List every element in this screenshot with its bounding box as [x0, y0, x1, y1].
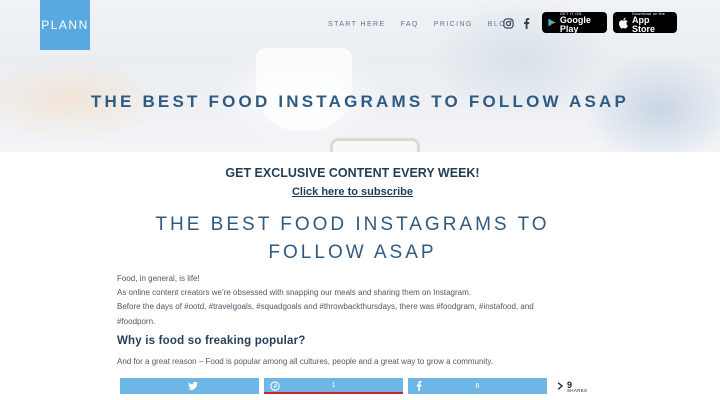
pinterest-share-count: 1	[331, 381, 336, 389]
apple-icon	[619, 17, 628, 28]
intro-line: As online content creators we’re obsesse…	[117, 288, 471, 298]
hero-banner: PLANN START HERE FAQ PRICING BLOG GET IT…	[0, 0, 720, 152]
article-paragraph: And for a great reason – Food is popular…	[117, 357, 494, 366]
facebook-share-button[interactable]: 8	[408, 378, 547, 394]
main-nav: START HERE FAQ PRICING BLOG	[328, 20, 528, 30]
intro-line: Food, in general, is life!	[117, 274, 200, 283]
total-shares-label: SHARES	[567, 388, 588, 393]
facebook-share-count: 8	[475, 382, 480, 390]
nav-pricing[interactable]: PRICING	[434, 20, 473, 30]
twitter-icon	[188, 381, 198, 390]
article-title-line-2: FOLLOW ASAP	[268, 242, 437, 263]
google-play-badge[interactable]: GET IT ON Google Play	[542, 11, 607, 34]
nav-start-here[interactable]: START HERE	[328, 20, 386, 30]
facebook-icon[interactable]	[520, 17, 532, 29]
social-links	[502, 17, 532, 29]
article-title: THE BEST FOOD INSTAGRAMS TO FOLLOW ASAP	[150, 211, 555, 267]
google-play-big-text: Google Play	[559, 14, 591, 34]
article-title-line-1: THE BEST FOOD INSTAGRAMS TO	[155, 214, 550, 235]
hero-title: THE BEST FOOD INSTAGRAMS TO FOLLOW ASAP	[90, 92, 630, 111]
subscribe-link[interactable]: Click here to subscribe	[0, 186, 705, 198]
share-arrow-icon	[557, 382, 564, 390]
article-intro: Food, in general, is life! As online con…	[117, 272, 587, 329]
intro-line: #foodporn.	[117, 316, 156, 326]
google-play-icon	[548, 18, 556, 27]
app-store-big-text: App Store	[632, 14, 656, 34]
section-heading: Why is food so freaking popular?	[117, 335, 306, 347]
instagram-icon[interactable]	[502, 17, 514, 29]
pinterest-share-button[interactable]: 1	[264, 378, 403, 394]
plann-logo[interactable]: PLANN	[40, 0, 90, 50]
app-store-badge[interactable]: Download on the App Store	[613, 11, 677, 34]
cta-headline: GET EXCLUSIVE CONTENT EVERY WEEK!	[225, 166, 480, 180]
twitter-share-button[interactable]	[120, 378, 259, 394]
intro-line: Before the days of #ootd, #travelgoals, …	[117, 302, 534, 312]
nav-faq[interactable]: FAQ	[401, 20, 419, 30]
